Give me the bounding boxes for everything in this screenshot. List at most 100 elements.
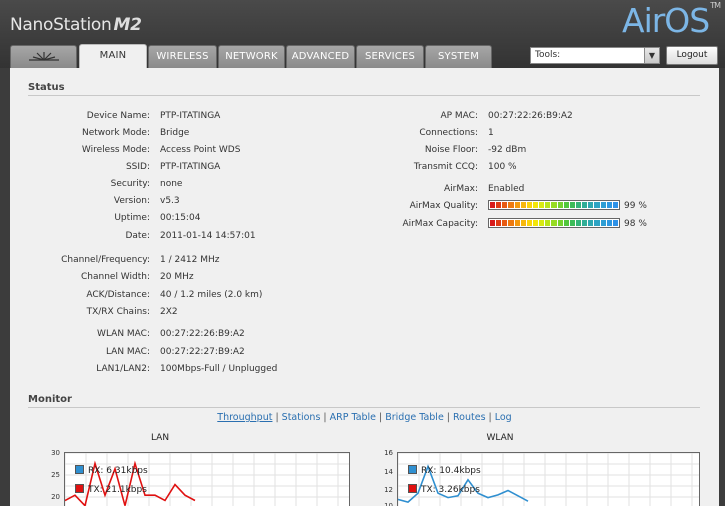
product-name: NanoStation M2 [10, 15, 142, 35]
link-separator: | [488, 412, 492, 423]
tab-system[interactable]: SYSTEM [425, 45, 492, 68]
monitor-link-arp-table[interactable]: ARP Table [330, 412, 376, 423]
signal-segment [496, 220, 502, 226]
signal-segment [539, 202, 545, 208]
signal-segment [557, 202, 563, 208]
monitor-link-log[interactable]: Log [495, 412, 512, 423]
signal-segment [563, 202, 569, 208]
legend-label: RX: 10.4kbps [421, 466, 481, 476]
status-label: Security: [110, 179, 150, 189]
status-label: Transmit CCQ: [413, 162, 478, 172]
tab-wireless[interactable]: WIRELESS [148, 45, 217, 68]
status-label: Device Name: [86, 111, 150, 121]
status-value: 00:27:22:27:B9:A2 [160, 347, 245, 357]
airmax-quality-value: 99 % [624, 201, 647, 211]
tab-services[interactable]: SERVICES [356, 45, 424, 68]
signal-segment [588, 202, 594, 208]
chart-plot [398, 453, 699, 506]
tools-select[interactable]: Tools: ▼ [530, 47, 660, 64]
monitor-link-stations[interactable]: Stations [282, 412, 321, 423]
legend-label: TX: 21.1kbps [88, 485, 147, 495]
chart-wlan [397, 452, 700, 506]
tab-advanced[interactable]: ADVANCED [286, 45, 355, 68]
status-value: 100Mbps-Full / Unplugged [160, 364, 278, 374]
signal-segment [496, 202, 502, 208]
signal-segment [575, 220, 582, 226]
status-value: none [160, 179, 183, 189]
status-value: -92 dBm [488, 145, 527, 155]
y-tick-label: 25 [51, 471, 60, 479]
legend-item: TX: 21.1kbps [75, 484, 147, 495]
signal-segment [569, 220, 575, 226]
status-label: WLAN MAC: [97, 329, 150, 339]
signal-segment [569, 202, 575, 208]
tools-selected-value: Tools: [535, 50, 561, 60]
status-label: Connections: [419, 128, 478, 138]
status-label: TX/RX Chains: [86, 307, 150, 317]
status-value: 00:27:22:26:B9:A2 [488, 111, 573, 121]
status-value: Enabled [488, 184, 525, 194]
tab-ubiquiti-logo[interactable] [10, 45, 77, 68]
chart-lan [64, 452, 350, 506]
signal-segment [606, 202, 612, 208]
signal-segment [612, 220, 618, 226]
divider [28, 95, 700, 96]
signal-segment [582, 202, 588, 208]
y-tick-label: 10 [384, 502, 393, 506]
y-tick-label: 16 [384, 449, 393, 457]
signal-segment [545, 202, 551, 208]
signal-segment [551, 202, 557, 208]
divider [28, 407, 700, 408]
main-panel: Status AirMax Quality: 99 % AirMax Capac… [10, 68, 719, 506]
signal-segment [594, 202, 600, 208]
status-value: 20 MHz [160, 272, 194, 282]
header-bar: NanoStation M2 AirOSTM MAIN WIRELESS NETW… [0, 0, 725, 68]
product-model: M2 [113, 15, 142, 35]
signal-segment [563, 220, 569, 226]
signal-segment [539, 220, 545, 226]
link-separator: | [323, 412, 327, 423]
legend-swatch [408, 484, 417, 493]
signal-segment [612, 202, 618, 208]
status-value: 2011-01-14 14:57:01 [160, 231, 256, 241]
monitor-section-title: Monitor [28, 394, 72, 405]
status-label: ACK/Distance: [86, 290, 150, 300]
status-label: Wireless Mode: [81, 145, 150, 155]
signal-segment [606, 220, 612, 226]
signal-segment [545, 220, 551, 226]
signal-segment [502, 202, 508, 208]
logout-button[interactable]: Logout [666, 46, 718, 65]
signal-segment [594, 220, 600, 226]
legend-item: RX: 6.31kbps [75, 465, 148, 476]
monitor-link-routes[interactable]: Routes [453, 412, 486, 423]
signal-segment [490, 202, 496, 208]
monitor-link-bridge-table[interactable]: Bridge Table [385, 412, 444, 423]
airmax-capacity-value: 98 % [624, 219, 647, 229]
signal-segment [514, 202, 520, 208]
signal-segment [508, 202, 514, 208]
tab-main[interactable]: MAIN [79, 44, 147, 68]
y-tick-label: 14 [384, 468, 393, 476]
signal-segment [588, 220, 594, 226]
legend-swatch [75, 484, 84, 493]
signal-segment [600, 220, 606, 226]
status-label: Uptime: [114, 213, 150, 223]
status-label: LAN MAC: [105, 347, 150, 357]
status-label: Network Mode: [82, 128, 150, 138]
signal-segment [532, 202, 539, 208]
signal-segment [557, 220, 563, 226]
signal-segment [520, 220, 526, 226]
signal-segment [520, 202, 526, 208]
ubiquiti-logo-icon [28, 52, 59, 61]
chart-title-lan: LAN [150, 433, 170, 443]
y-tick-label: 30 [51, 449, 60, 457]
status-label: AirMax: [444, 184, 478, 194]
monitor-link-throughput[interactable]: Throughput [217, 412, 272, 423]
chevron-down-icon[interactable]: ▼ [644, 48, 659, 63]
signal-segment [508, 220, 514, 226]
tab-network[interactable]: NETWORK [218, 45, 285, 68]
link-separator: | [275, 412, 279, 423]
signal-segment [551, 220, 557, 226]
signal-segment [526, 220, 532, 226]
chart-plot [65, 453, 349, 506]
